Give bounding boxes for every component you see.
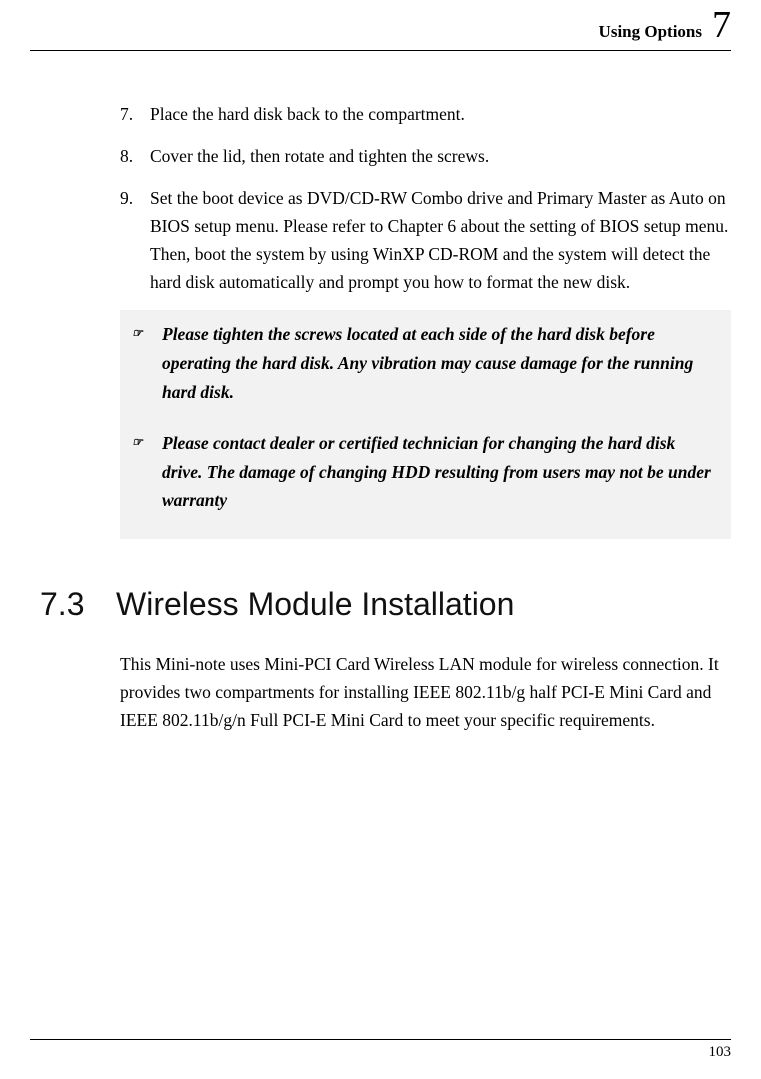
page: Using Options 7 7. Place the hard disk b…	[0, 0, 761, 1079]
step-9: 9. Set the boot device as DVD/CD-RW Comb…	[120, 184, 731, 296]
note-bullet-icon: ☞	[132, 429, 162, 516]
step-number: 8.	[120, 142, 150, 170]
note-1: ☞ Please tighten the screws located at e…	[120, 316, 731, 425]
section-number: 7.3	[40, 579, 116, 630]
step-number: 7.	[120, 100, 150, 128]
step-text: Cover the lid, then rotate and tighten t…	[150, 142, 731, 170]
step-7: 7. Place the hard disk back to the compa…	[120, 100, 731, 128]
chapter-title: Using Options	[599, 22, 702, 42]
note-2: ☞ Please contact dealer or certified tec…	[120, 425, 731, 534]
footer-rule	[30, 1039, 731, 1040]
step-number: 9.	[120, 184, 150, 296]
step-text: Set the boot device as DVD/CD-RW Combo d…	[150, 184, 731, 296]
note-box: ☞ Please tighten the screws located at e…	[120, 310, 731, 539]
note-text: Please tighten the screws located at eac…	[162, 320, 719, 407]
content-area: 7. Place the hard disk back to the compa…	[120, 100, 731, 999]
step-text: Place the hard disk back to the compartm…	[150, 100, 731, 128]
page-footer: 103	[30, 1039, 731, 1061]
section-body: This Mini-note uses Mini-PCI Card Wirele…	[120, 650, 731, 734]
header-rule	[30, 50, 731, 51]
step-8: 8. Cover the lid, then rotate and tighte…	[120, 142, 731, 170]
note-text: Please contact dealer or certified techn…	[162, 429, 719, 516]
page-header: Using Options 7	[30, 0, 731, 51]
section-heading: 7.3Wireless Module Installation	[40, 579, 731, 630]
section-title: Wireless Module Installation	[116, 586, 514, 622]
note-bullet-icon: ☞	[132, 320, 162, 407]
chapter-number: 7	[712, 6, 731, 44]
page-number: 103	[30, 1044, 731, 1061]
